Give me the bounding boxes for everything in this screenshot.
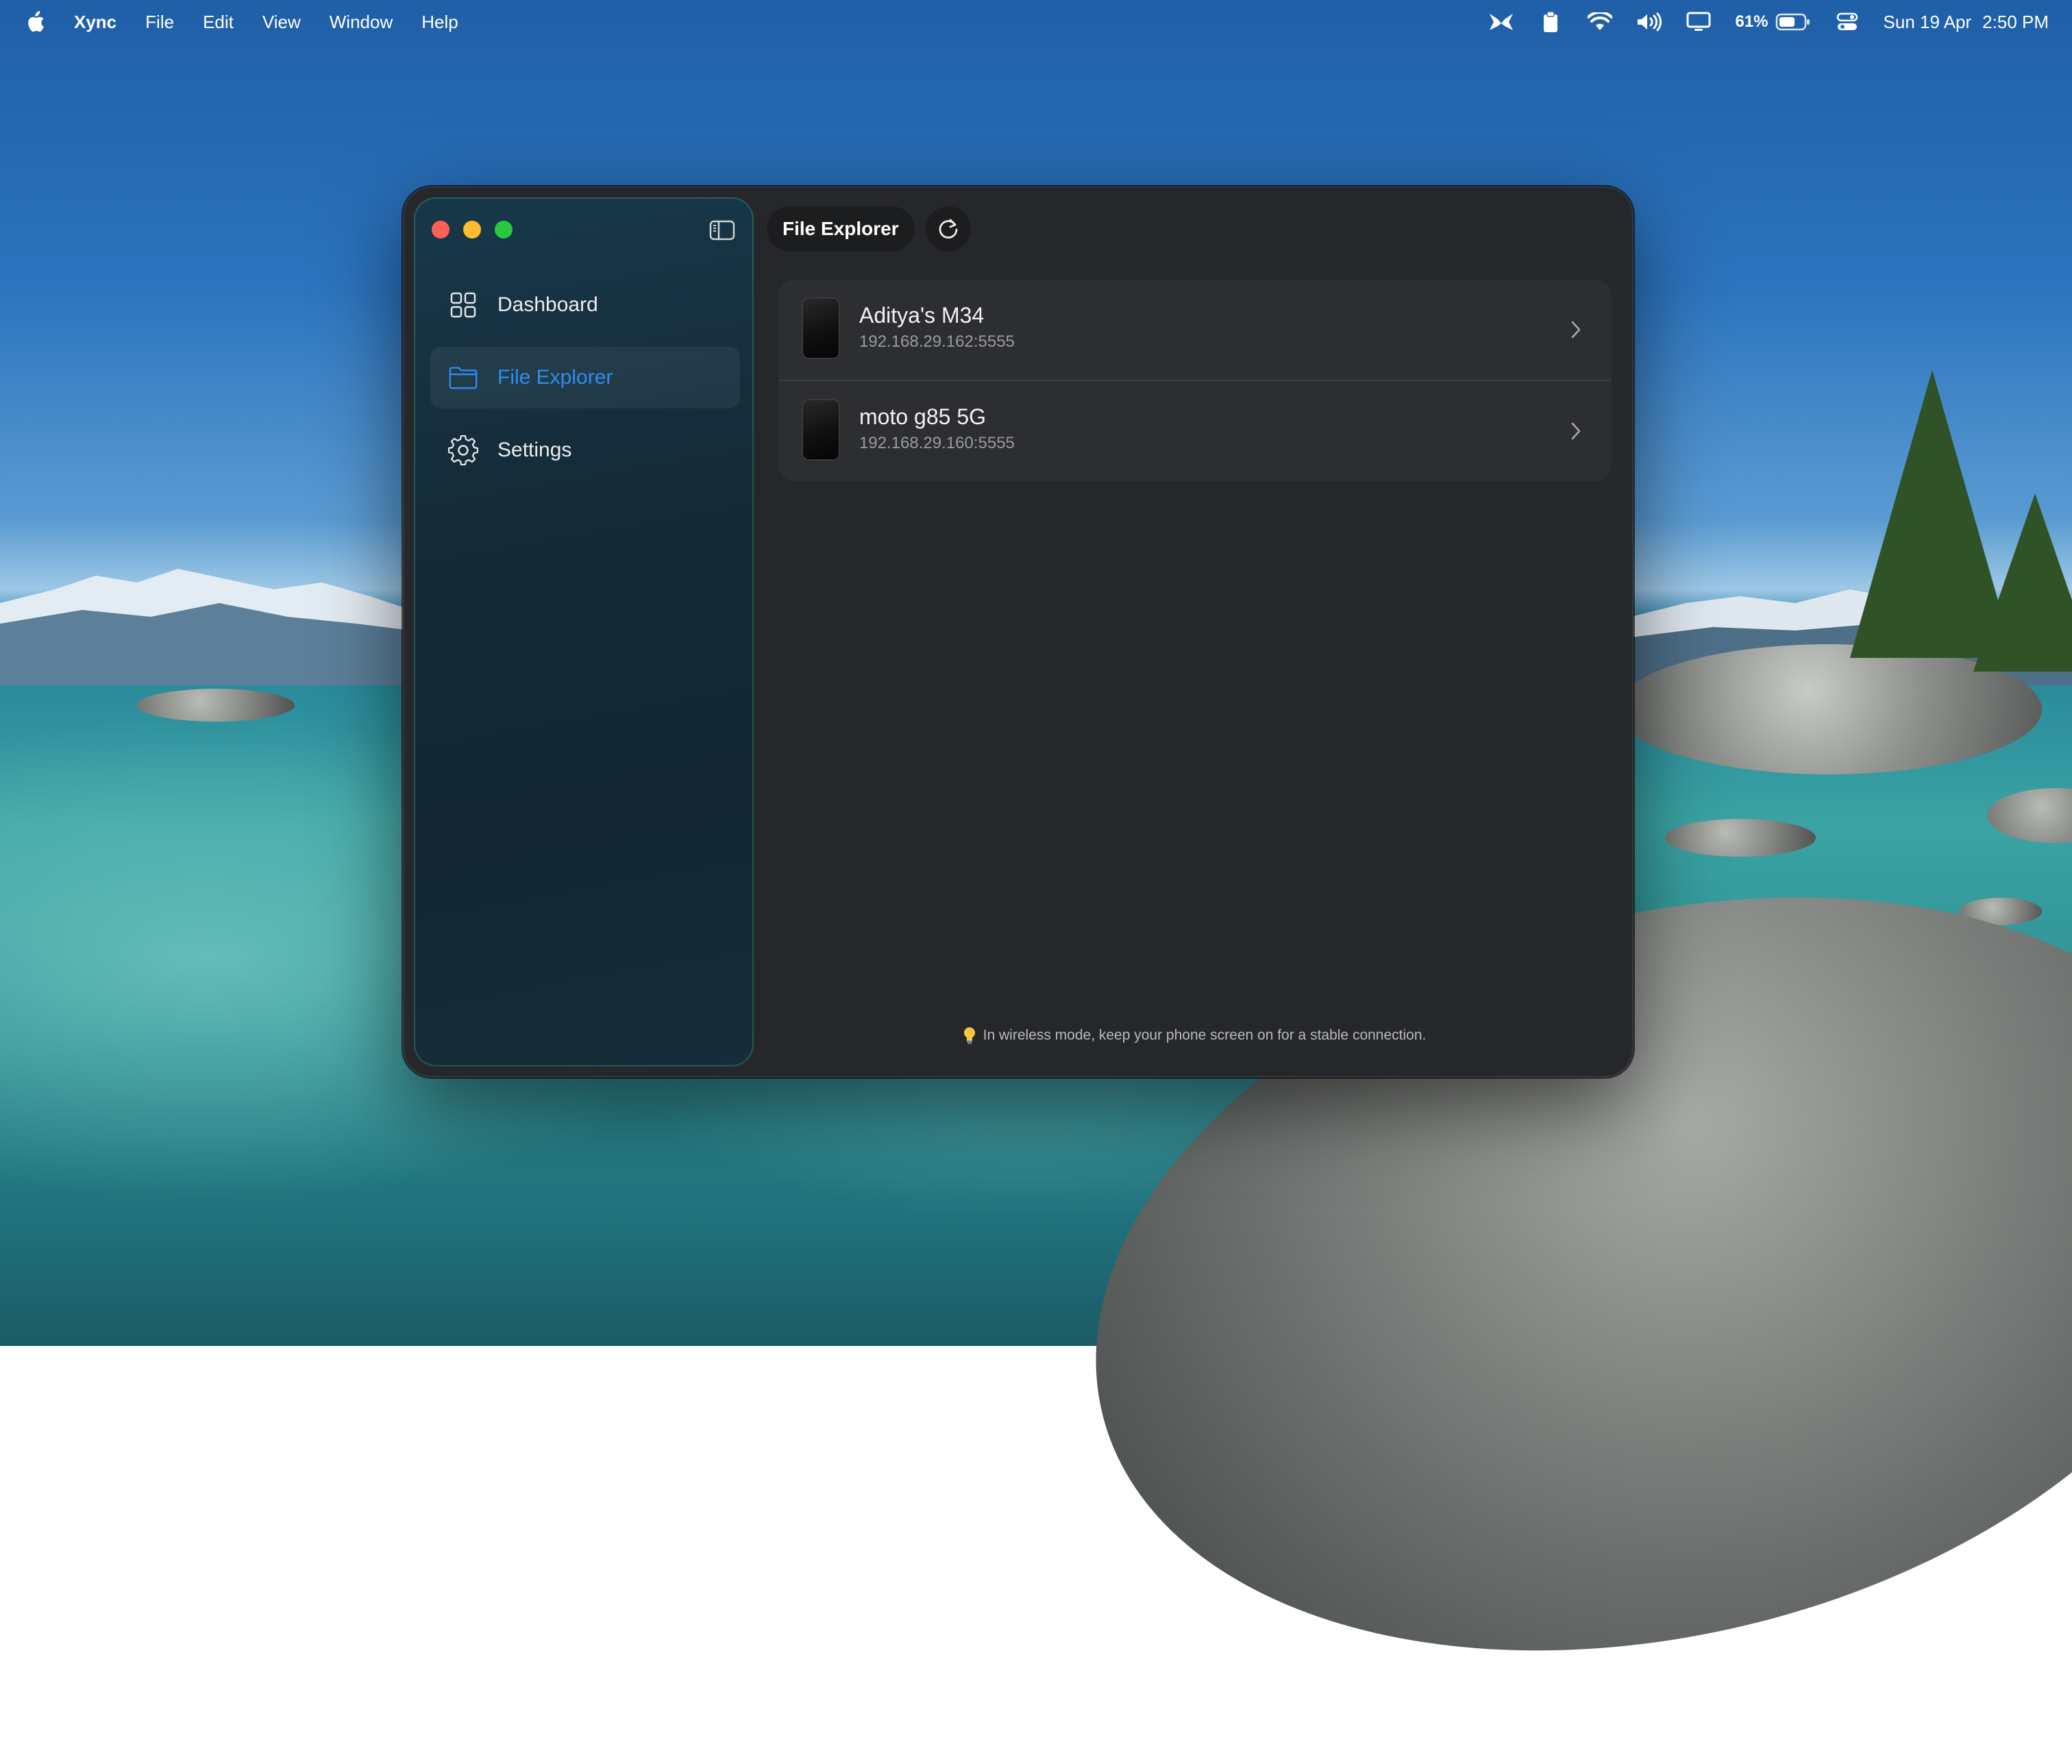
lightbulb-icon bbox=[963, 1027, 976, 1044]
wallpaper-rock bbox=[137, 689, 295, 722]
battery-percent: 61% bbox=[1735, 12, 1768, 31]
menu-file[interactable]: File bbox=[145, 12, 174, 33]
device-row[interactable]: Aditya's M34 192.168.29.162:5555 bbox=[778, 280, 1612, 380]
device-list: Aditya's M34 192.168.29.162:5555 moto g8… bbox=[778, 280, 1612, 481]
wifi-icon[interactable] bbox=[1587, 10, 1613, 34]
wallpaper-rock bbox=[1987, 788, 2072, 843]
device-name: moto g85 5G bbox=[859, 404, 986, 429]
xync-icon[interactable] bbox=[1488, 10, 1514, 34]
refresh-icon bbox=[939, 219, 958, 238]
device-name: Aditya's M34 bbox=[859, 303, 985, 328]
chevron-right-icon bbox=[1568, 318, 1584, 341]
battery-status[interactable]: 61% bbox=[1735, 12, 1810, 32]
sidebar-item-dashboard[interactable]: Dashboard bbox=[430, 274, 740, 336]
maximize-window-button[interactable] bbox=[495, 221, 513, 238]
window-controls bbox=[432, 221, 513, 238]
close-window-button[interactable] bbox=[432, 221, 449, 238]
menu-time[interactable]: 2:50 PM bbox=[1982, 12, 2049, 33]
sidebar-toggle-button[interactable] bbox=[708, 219, 736, 241]
sidebar-item-settings[interactable]: Settings bbox=[430, 419, 740, 481]
menu-date[interactable]: Sun 19 Apr bbox=[1884, 12, 1972, 33]
sidebar-item-file-explorer[interactable]: File Explorer bbox=[430, 347, 740, 408]
sidebar-item-label: File Explorer bbox=[497, 366, 613, 389]
battery-icon bbox=[1775, 13, 1810, 31]
sidebar-item-label: Settings bbox=[497, 439, 572, 461]
menu-help[interactable]: Help bbox=[421, 12, 458, 33]
control-center-icon[interactable] bbox=[1834, 10, 1860, 34]
menu-bar-status: 61% Sun 19 Apr 2:50 PM bbox=[1488, 0, 2049, 44]
menu-bar-left: Xync File Edit View Window Help bbox=[0, 10, 458, 34]
sidebar-nav: Dashboard File Explorer Settings bbox=[430, 274, 740, 492]
device-row[interactable]: moto g85 5G 192.168.29.160:5555 bbox=[778, 380, 1612, 481]
wallpaper-tree bbox=[1973, 493, 2072, 672]
grid-icon bbox=[448, 290, 478, 320]
device-info: Aditya's M34 192.168.29.162:5555 bbox=[859, 302, 1015, 354]
app-window: Dashboard File Explorer Settings File Ex… bbox=[403, 186, 1633, 1077]
device-address: 192.168.29.160:5555 bbox=[859, 434, 1015, 452]
page-title: File Explorer bbox=[766, 206, 915, 252]
refresh-button[interactable] bbox=[924, 206, 972, 252]
wireless-tip-text: In wireless mode, keep your phone screen… bbox=[983, 1027, 1427, 1043]
folder-icon bbox=[448, 363, 478, 393]
display-icon[interactable] bbox=[1686, 10, 1712, 34]
menu-window[interactable]: Window bbox=[330, 12, 393, 33]
menu-bar: Xync File Edit View Window Help 61% Sun … bbox=[0, 0, 2072, 44]
apple-icon[interactable] bbox=[25, 10, 45, 34]
menu-edit[interactable]: Edit bbox=[203, 12, 234, 33]
phone-icon bbox=[802, 399, 840, 461]
device-address: 192.168.29.162:5555 bbox=[859, 332, 1015, 351]
wireless-tip: In wireless mode, keep your phone screen… bbox=[766, 1027, 1623, 1044]
menu-view[interactable]: View bbox=[262, 12, 301, 33]
clipboard-icon[interactable] bbox=[1538, 10, 1564, 34]
menu-app-name[interactable]: Xync bbox=[74, 12, 116, 33]
chevron-right-icon bbox=[1568, 419, 1584, 443]
minimize-window-button[interactable] bbox=[463, 221, 481, 238]
sidebar-item-label: Dashboard bbox=[497, 293, 598, 316]
volume-icon[interactable] bbox=[1636, 10, 1662, 34]
gear-icon bbox=[448, 435, 478, 465]
toolbar: File Explorer bbox=[766, 199, 972, 259]
device-info: moto g85 5G 192.168.29.160:5555 bbox=[859, 403, 1015, 455]
sidebar-toggle-icon bbox=[709, 220, 735, 241]
phone-icon bbox=[802, 297, 840, 359]
sidebar: Dashboard File Explorer Settings bbox=[414, 197, 754, 1066]
wallpaper-rock bbox=[1665, 819, 1816, 857]
